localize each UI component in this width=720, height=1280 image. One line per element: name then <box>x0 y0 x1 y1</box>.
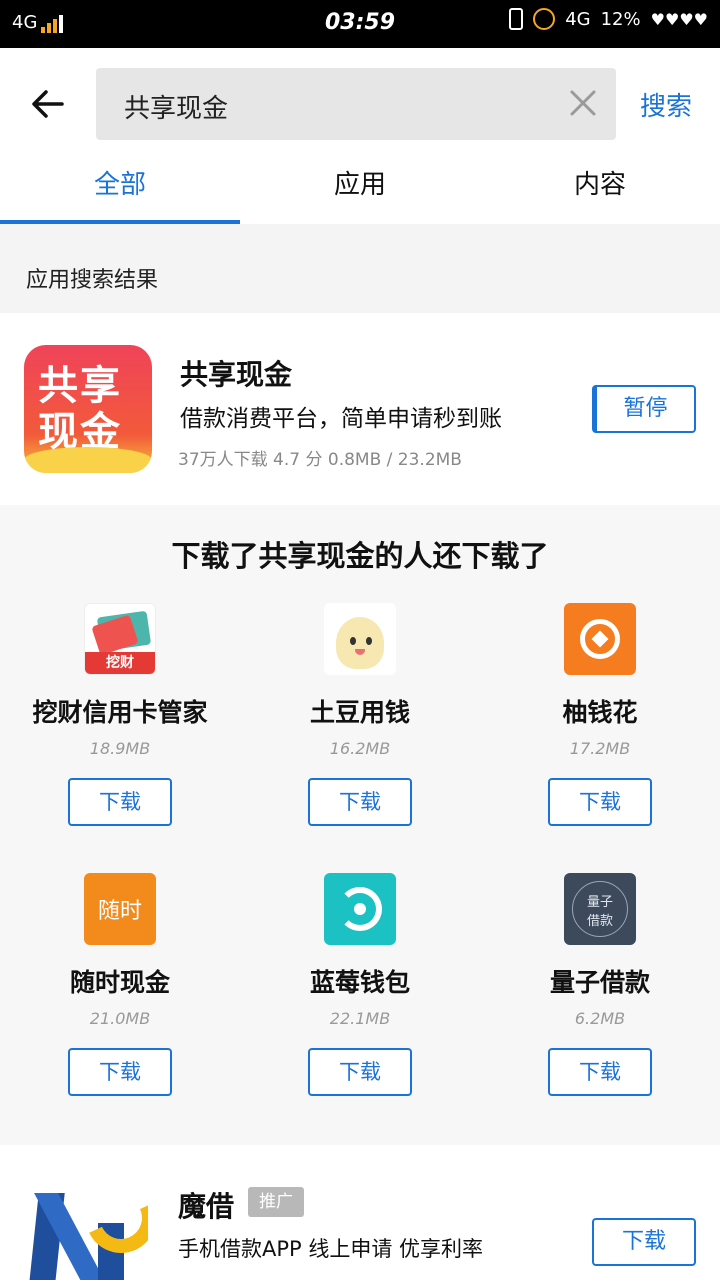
rec-app-name[interactable]: 土豆用钱 <box>240 693 480 729</box>
rec-app-size: 17.2MB <box>569 739 631 758</box>
clear-icon[interactable] <box>568 88 598 118</box>
rec-app-name[interactable]: 柚钱花 <box>480 693 720 729</box>
rec-app-name[interactable]: 挖财信用卡管家 <box>0 693 240 729</box>
youqianhua-icon[interactable] <box>564 603 636 675</box>
download-button[interactable]: 下载 <box>68 1048 172 1096</box>
rec-app-wacai[interactable]: 挖财 挖财信用卡管家 18.9MB 下载 <box>0 603 240 873</box>
rec-app-tudou[interactable]: 土豆用钱 16.2MB 下载 <box>240 603 480 873</box>
tab-apps[interactable]: 应用 <box>240 160 480 224</box>
rec-app-lanmei[interactable]: 蓝莓钱包 22.1MB 下载 <box>240 873 480 1143</box>
header: 共享现金 搜索 全部 应用 内容 <box>0 48 720 224</box>
app-meta: 37万人下载 4.7 分 0.8MB / 23.2MB <box>178 450 462 470</box>
rec-app-liangzi[interactable]: 量子 借款 量子借款 6.2MB 下载 <box>480 873 720 1143</box>
wacai-icon[interactable]: 挖财 <box>84 603 156 675</box>
vibrate-icon <box>509 8 524 30</box>
rec-app-name[interactable]: 蓝莓钱包 <box>240 963 480 999</box>
main-result-card[interactable]: 共享 现金 共享现金 借款消费平台，简单申请秒到账 37万人下载 4.7 分 0… <box>0 313 720 505</box>
rec-app-name[interactable]: 量子借款 <box>480 963 720 999</box>
recommendations-grid: 挖财 挖财信用卡管家 18.9MB 下载 土豆用钱 16.2MB 下载 柚钱花 … <box>0 603 720 1143</box>
mascot-face <box>336 617 384 669</box>
status-bar: 4G 03:59 4G 12% ♥♥♥♥ <box>0 0 720 48</box>
rec-app-name[interactable]: 随时现金 <box>0 963 240 999</box>
promo-card[interactable]: 魔借 推广 手机借款APP 线上申请 优享利率 下载 <box>0 1145 720 1280</box>
suishi-icon[interactable]: 随时 <box>84 873 156 945</box>
section-title: 应用搜索结果 <box>26 268 159 293</box>
liangzi-icon-label: 量子 借款 <box>586 895 613 929</box>
wacai-icon-label: 挖财 <box>85 652 155 674</box>
suishi-icon-label: 随时 <box>97 899 142 924</box>
download-button[interactable]: 下载 <box>592 1218 696 1266</box>
tab-content[interactable]: 内容 <box>480 160 720 224</box>
download-button[interactable]: 下载 <box>548 1048 652 1096</box>
status-icons: 4G 12% ♥♥♥♥ <box>509 8 708 30</box>
mascot-eye <box>366 637 372 645</box>
download-button[interactable]: 下载 <box>308 1048 412 1096</box>
download-button[interactable]: 下载 <box>308 778 412 826</box>
search-button[interactable]: 搜索 <box>640 86 692 123</box>
promo-app-name[interactable]: 魔借 <box>178 1185 234 1225</box>
app-name[interactable]: 共享现金 <box>180 353 292 393</box>
rec-app-size: 16.2MB <box>329 739 391 758</box>
rec-app-size: 18.9MB <box>89 739 151 758</box>
pause-button[interactable]: 暂停 <box>592 385 696 433</box>
mojie-icon[interactable] <box>28 1183 148 1280</box>
rec-app-size: 22.1MB <box>329 1009 391 1028</box>
liangzi-icon[interactable]: 量子 借款 <box>564 873 636 945</box>
promo-badge: 推广 <box>248 1187 304 1217</box>
promo-description: 手机借款APP 线上申请 优享利率 <box>178 1237 484 1261</box>
tab-all[interactable]: 全部 <box>0 160 240 224</box>
tudou-icon[interactable] <box>324 603 396 675</box>
download-button[interactable]: 下载 <box>548 778 652 826</box>
coins-decoration <box>24 447 152 473</box>
mascot-eye <box>350 637 356 645</box>
download-button[interactable]: 下载 <box>68 778 172 826</box>
recommendations-title: 下载了共享现金的人还下载了 <box>171 539 549 573</box>
rec-app-size: 21.0MB <box>89 1009 151 1028</box>
gongxiang-xianjin-icon[interactable]: 共享 现金 <box>24 345 152 473</box>
search-input[interactable]: 共享现金 <box>96 68 616 140</box>
rec-app-size: 6.2MB <box>574 1009 626 1028</box>
tab-bar: 全部 应用 内容 <box>0 160 720 224</box>
battery-label: 12% <box>600 8 641 30</box>
rec-app-suishi[interactable]: 随时 随时现金 21.0MB 下载 <box>0 873 240 1143</box>
search-query: 共享现金 <box>124 94 229 124</box>
icon-dot <box>354 903 366 915</box>
network2-label: 4G <box>565 8 591 30</box>
lanmei-icon[interactable] <box>324 873 396 945</box>
back-arrow-icon[interactable] <box>28 84 68 124</box>
alarm-icon <box>533 8 556 30</box>
recommendations-section: 下载了共享现金的人还下载了 挖财 挖财信用卡管家 18.9MB 下载 土豆用钱 … <box>0 505 720 1145</box>
rec-app-youqianhua[interactable]: 柚钱花 17.2MB 下载 <box>480 603 720 873</box>
app-description: 借款消费平台，简单申请秒到账 <box>180 406 502 432</box>
battery-icon: ♥♥♥♥ <box>650 9 708 29</box>
